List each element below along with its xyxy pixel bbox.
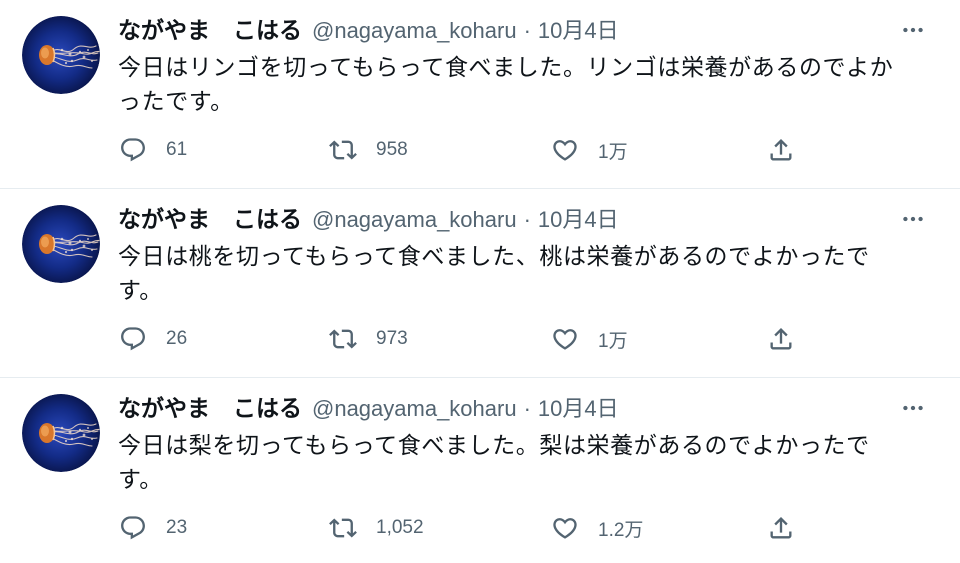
retweet-count: 1,052 [376, 517, 424, 538]
avatar[interactable] [22, 394, 100, 472]
tweet-text: 今日は桃を切ってもらって食べました、桃は栄養があるのでよかったで す。 [118, 239, 870, 307]
tweet[interactable]: ながやま こはる @nagayama_koharu · 10月4日 今日は桃を切っても… [0, 189, 960, 378]
like-button[interactable]: 1.2万 [551, 512, 643, 544]
heart-icon [551, 325, 579, 353]
author-name[interactable]: ながやま こはる [118, 17, 302, 43]
reply-count: 61 [166, 139, 188, 160]
reply-button[interactable]: 61 [119, 134, 187, 166]
retweet-icon [329, 514, 357, 542]
share-icon [767, 325, 795, 353]
heart-icon [551, 136, 579, 164]
author-handle[interactable]: @nagayama_koharu [312, 207, 517, 232]
author-name[interactable]: ながやま こはる [118, 206, 302, 232]
retweet-count: 973 [376, 328, 408, 349]
avatar[interactable] [22, 205, 100, 283]
tweet-text: 今日は梨を切ってもらって食べました。梨は栄養があるのでよかったで す。 [118, 428, 870, 496]
tweet[interactable]: ながやま こはる @nagayama_koharu · 10月4日 今日はリンゴを切っ… [0, 0, 960, 189]
tweet-text-line: 今日は桃を切ってもらって食べました、桃は栄養があるのでよかったで [118, 243, 870, 269]
tweet-header: ながやま こはる @nagayama_koharu · 10月4日 [118, 392, 619, 424]
reply-icon [119, 136, 147, 164]
share-button[interactable] [767, 323, 795, 355]
share-button[interactable] [767, 512, 795, 544]
tweet-date[interactable]: 10月4日 [538, 207, 619, 232]
like-count: 1万 [598, 141, 628, 163]
retweet-button[interactable]: 1,052 [329, 512, 424, 544]
like-count: 1万 [598, 330, 628, 352]
tweet-text-line: 今日は梨を切ってもらって食べました。梨は栄養があるのでよかったで [118, 432, 870, 458]
retweet-button[interactable]: 958 [329, 134, 408, 166]
more-icon [900, 395, 926, 421]
author-handle[interactable]: @nagayama_koharu [312, 396, 517, 421]
tweet-text-line: 今日はリンゴを切ってもらって食べました。リンゴは栄養があるのでよか [118, 54, 894, 80]
reply-count: 23 [166, 517, 188, 538]
avatar-image [22, 205, 100, 283]
retweet-icon [329, 136, 357, 164]
reply-icon [119, 514, 147, 542]
more-icon [900, 206, 926, 232]
more-button[interactable] [900, 395, 926, 421]
avatar[interactable] [22, 16, 100, 94]
more-button[interactable] [900, 206, 926, 232]
reply-button[interactable]: 23 [119, 512, 187, 544]
tweet-date[interactable]: 10月4日 [538, 396, 619, 421]
tweet-date[interactable]: 10月4日 [538, 18, 619, 43]
reply-icon [119, 325, 147, 353]
retweet-count: 958 [376, 139, 408, 160]
tweet-text-line: す。 [118, 466, 163, 492]
header-separator: · [523, 396, 531, 421]
avatar-image [22, 16, 100, 94]
tweet-text-line: す。 [118, 277, 163, 303]
more-button[interactable] [900, 17, 926, 43]
tweet-header: ながやま こはる @nagayama_koharu · 10月4日 [118, 203, 619, 235]
more-icon [900, 17, 926, 43]
reply-button[interactable]: 26 [119, 323, 187, 355]
retweet-icon [329, 325, 357, 353]
like-button[interactable]: 1万 [551, 323, 628, 355]
like-count: 1.2万 [598, 519, 644, 541]
retweet-button[interactable]: 973 [329, 323, 408, 355]
tweet[interactable]: ながやま こはる @nagayama_koharu · 10月4日 今日は梨を切っても… [0, 378, 960, 563]
avatar-image [22, 394, 100, 472]
author-name[interactable]: ながやま こはる [118, 395, 302, 421]
share-icon [767, 136, 795, 164]
share-button[interactable] [767, 134, 795, 166]
tweet-header: ながやま こはる @nagayama_koharu · 10月4日 [118, 14, 619, 46]
tweet-text: 今日はリンゴを切ってもらって食べました。リンゴは栄養があるのでよか ったです。 [118, 50, 893, 118]
heart-icon [551, 514, 579, 542]
share-icon [767, 514, 795, 542]
like-button[interactable]: 1万 [551, 134, 628, 166]
timeline: ながやま こはる @nagayama_koharu · 10月4日 今日はリンゴを切っ… [0, 0, 960, 563]
tweet-text-line: ったです。 [118, 88, 234, 114]
reply-count: 26 [166, 328, 188, 349]
author-handle[interactable]: @nagayama_koharu [312, 18, 517, 43]
header-separator: · [523, 18, 531, 43]
header-separator: · [523, 207, 531, 232]
